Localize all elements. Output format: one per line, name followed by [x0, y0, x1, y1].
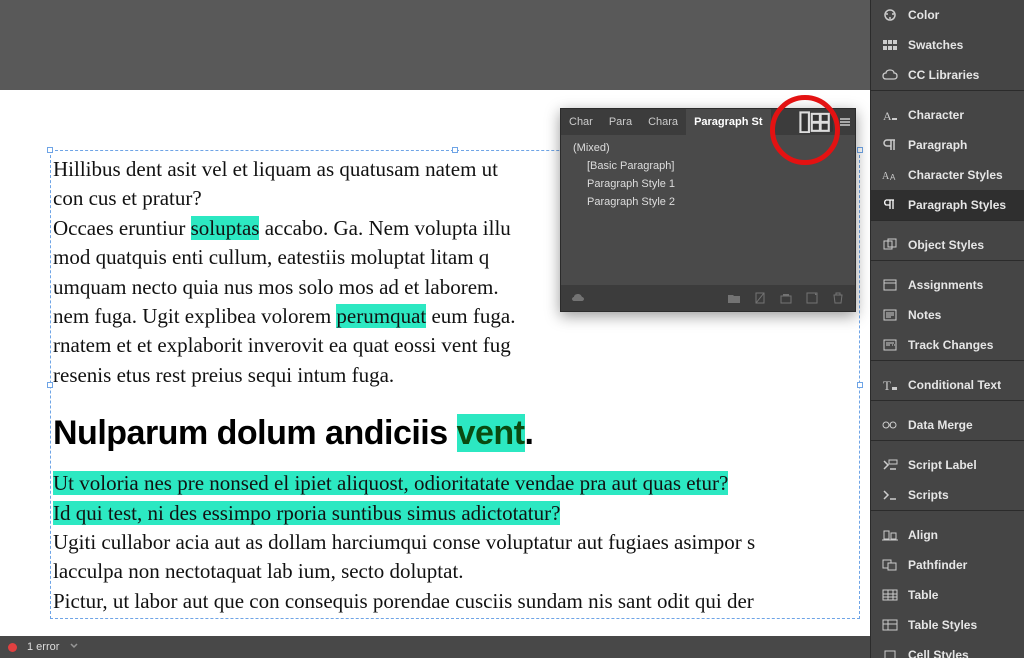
panel-tab-label: Data Merge [908, 418, 973, 432]
mixed-indicator: (Mixed) [561, 139, 855, 157]
new-style-button[interactable] [799, 112, 833, 132]
body-paragraph[interactable]: Ut voloria nes pre nonsed el ipiet aliqu… [53, 469, 857, 616]
highlight-heading-word: vent [457, 414, 525, 452]
pathfinder-icon [881, 558, 899, 572]
svg-text:A: A [890, 173, 896, 182]
panel-tab-cc-libraries[interactable]: CC Libraries [871, 60, 1024, 90]
panel-tab-label: Assignments [908, 278, 983, 292]
panel-tab-assignments[interactable]: Assignments [871, 270, 1024, 300]
style-item-1[interactable]: Paragraph Style 1 [561, 175, 855, 193]
highlight-span: soluptas [191, 216, 260, 240]
panel-tab-label: Character Styles [908, 168, 1003, 182]
panel-tab-conditional-text[interactable]: T Conditional Text [871, 370, 1024, 400]
panel-tab-label: Paragraph [908, 138, 967, 152]
panel-tab-paragraph[interactable]: Paragraph [871, 130, 1024, 160]
panel-tab-data-merge[interactable]: Data Merge [871, 410, 1024, 440]
panel-tab-table-styles[interactable]: Table Styles [871, 610, 1024, 640]
table-icon [881, 588, 899, 602]
panel-tab-label: Paragraph Styles [908, 198, 1006, 212]
assignments-icon [881, 278, 899, 292]
new-group-icon[interactable] [779, 291, 793, 305]
panel-tab-swatches[interactable]: Swatches [871, 30, 1024, 60]
color-icon [881, 8, 899, 22]
panel-tab-character-styles[interactable]: AA Character Styles [871, 160, 1024, 190]
panel-tab-script-label[interactable]: Script Label [871, 450, 1024, 480]
tab-character[interactable]: Char [561, 109, 601, 135]
panel-tab-label: Cell Styles [908, 648, 969, 658]
align-icon [881, 528, 899, 542]
panel-tab-label: Track Changes [908, 338, 993, 352]
panel-tab-label: Align [908, 528, 938, 542]
panel-dock: Color Swatches CC Libraries A Character Parag… [870, 0, 1024, 658]
character-icon: A [881, 108, 899, 122]
cell-styles-icon [881, 648, 899, 658]
table-styles-icon [881, 618, 899, 632]
script-label-icon [881, 458, 899, 472]
panel-tab-scripts[interactable]: Scripts [871, 480, 1024, 510]
panel-tab-character[interactable]: A Character [871, 100, 1024, 130]
svg-text:A: A [882, 171, 890, 182]
preflight-menu-chevron-icon[interactable] [69, 641, 79, 654]
highlight-line: Id qui test, ni des essimpo rporia sunti… [53, 501, 560, 525]
folder-icon[interactable] [727, 291, 741, 305]
panel-tab-label: Swatches [908, 38, 963, 52]
panel-tab-label: Pathfinder [908, 558, 967, 572]
new-style-icon [799, 111, 833, 134]
panel-tab-align[interactable]: Align [871, 520, 1024, 550]
panel-tab-label: Color [908, 8, 939, 22]
paragraph-styles-icon [881, 198, 899, 212]
panel-footer [561, 285, 855, 311]
highlight-line: Ut voloria nes pre nonsed el ipiet aliqu… [53, 471, 728, 495]
panel-tab-cell-styles[interactable]: Cell Styles [871, 640, 1024, 658]
tab-paragraph[interactable]: Para [601, 109, 640, 135]
panel-tab-label: Object Styles [908, 238, 984, 252]
tab-character-styles[interactable]: Chara [640, 109, 686, 135]
clear-overrides-icon[interactable] [753, 291, 767, 305]
panel-tab-table[interactable]: Table [871, 580, 1024, 610]
highlight-span: perumquat [336, 304, 426, 328]
heading[interactable]: Nulparum dolum andiciis vent. [53, 414, 857, 453]
svg-text:T: T [883, 378, 891, 392]
object-styles-icon [881, 238, 899, 252]
panel-tab-label: Scripts [908, 488, 949, 502]
style-item-basic[interactable]: [Basic Paragraph] [561, 157, 855, 175]
conditional-text-icon: T [881, 378, 899, 392]
status-bar: 1 error [0, 636, 870, 658]
panel-tabs: Char Para Chara Paragraph St [561, 109, 855, 135]
scripts-icon [881, 488, 899, 502]
styles-list: (Mixed) [Basic Paragraph] Paragraph Styl… [561, 135, 855, 285]
panel-tab-notes[interactable]: Notes [871, 300, 1024, 330]
paragraph-icon [881, 138, 899, 152]
panel-tab-color[interactable]: Color [871, 0, 1024, 30]
new-style-icon-small[interactable] [805, 291, 819, 305]
track-changes-icon [881, 338, 899, 352]
panel-tab-label: Notes [908, 308, 941, 322]
preflight-error-icon[interactable] [8, 643, 17, 652]
style-item-2[interactable]: Paragraph Style 2 [561, 193, 855, 211]
delete-icon[interactable] [831, 291, 845, 305]
panel-menu-icon[interactable] [839, 116, 851, 128]
panel-tab-label: Character [908, 108, 964, 122]
data-merge-icon [881, 418, 899, 432]
paragraph-styles-panel[interactable]: Char Para Chara Paragraph St (Mixed) [Ba… [560, 108, 856, 312]
panel-tab-track-changes[interactable]: Track Changes [871, 330, 1024, 360]
panel-tab-paragraph-styles[interactable]: Paragraph Styles [871, 190, 1024, 220]
tab-paragraph-styles[interactable]: Paragraph St [686, 109, 770, 135]
panel-tab-pathfinder[interactable]: Pathfinder [871, 550, 1024, 580]
character-styles-icon: AA [881, 168, 899, 182]
panel-tab-object-styles[interactable]: Object Styles [871, 230, 1024, 260]
cc-libraries-icon [881, 68, 899, 82]
preflight-error-count[interactable]: 1 error [27, 641, 59, 653]
panel-tab-label: Conditional Text [908, 378, 1001, 392]
panel-tab-label: Table Styles [908, 618, 977, 632]
cc-libraries-icon[interactable] [571, 291, 585, 305]
swatches-icon [881, 38, 899, 52]
panel-tab-label: Table [908, 588, 938, 602]
svg-text:A: A [883, 109, 892, 122]
notes-icon [881, 308, 899, 322]
panel-tab-label: CC Libraries [908, 68, 979, 82]
panel-tab-label: Script Label [908, 458, 977, 472]
